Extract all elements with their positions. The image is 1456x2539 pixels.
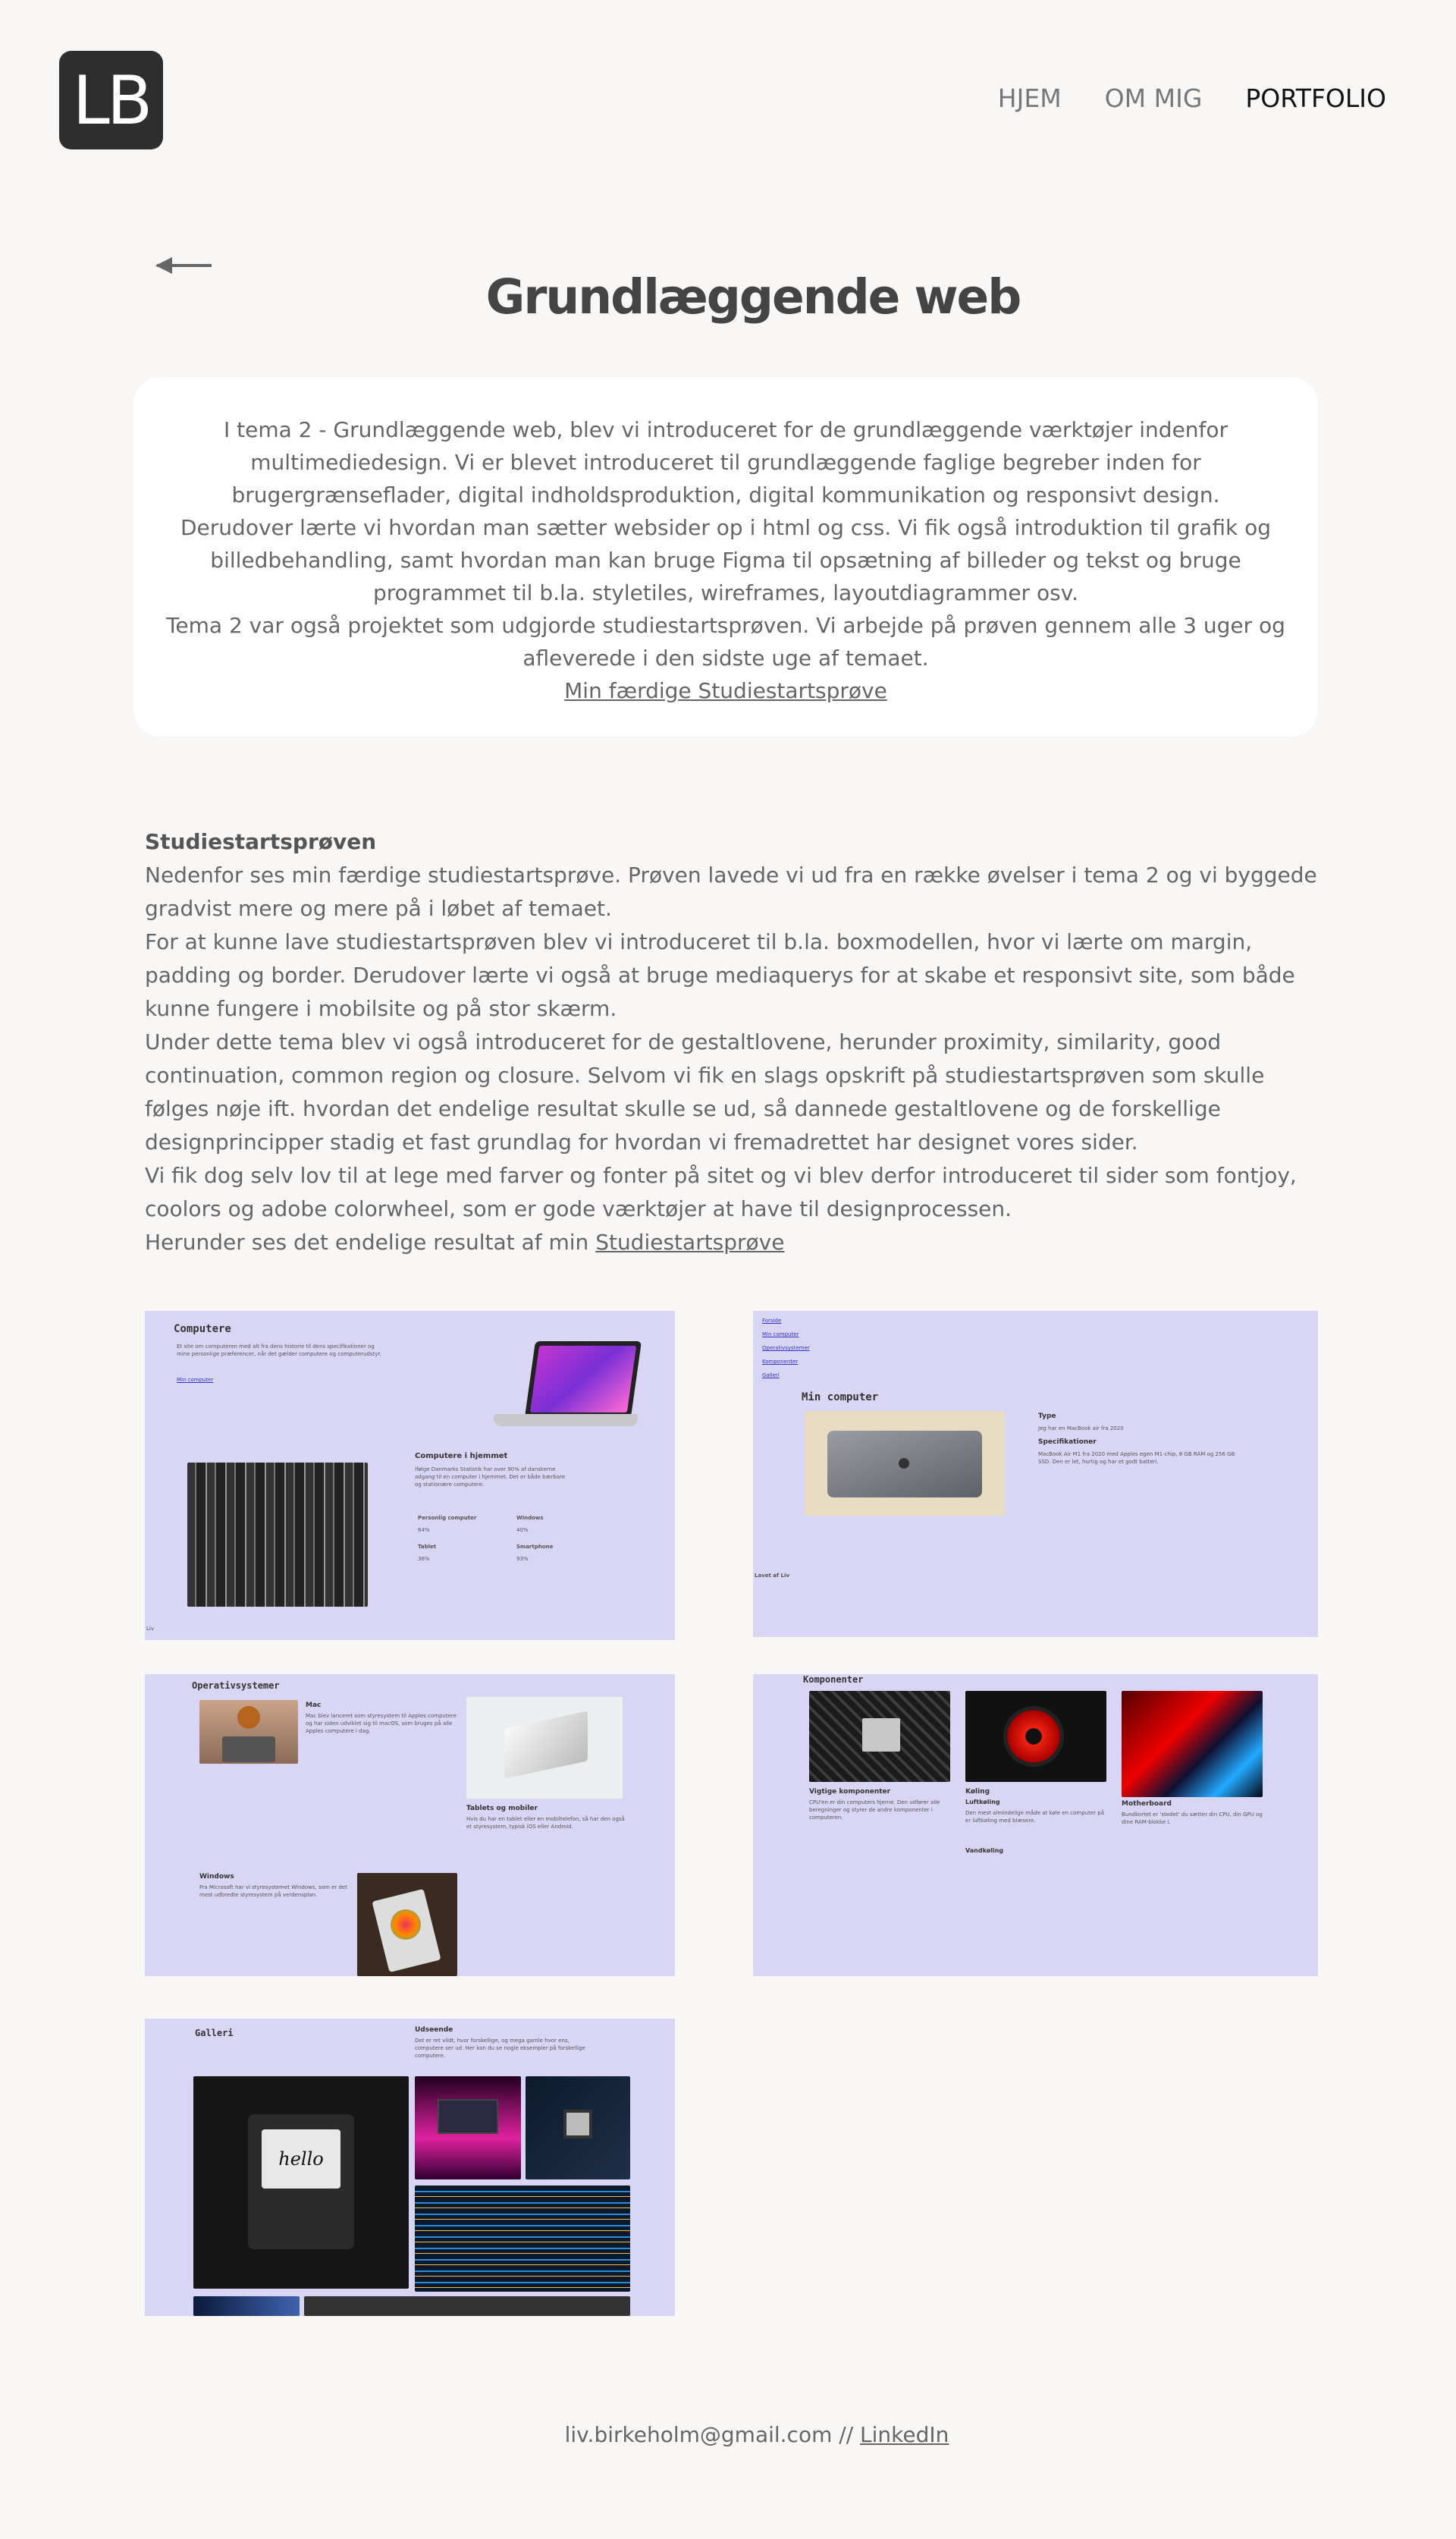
shot-subtitle: Computere i hjemmet [415, 1452, 508, 1460]
shot-nav-link: Min computer [762, 1331, 799, 1337]
shot-subtext: Ifølge Danmarks Statistik har over 90% a… [415, 1466, 566, 1488]
shot-subtext: Bundkortet er 'stedet' du sætter din CPU… [1122, 1812, 1263, 1825]
screenshot-min-computer[interactable]: Forside Min computer Operativsystemer Ko… [753, 1311, 1318, 1637]
shot-title: Computere [174, 1323, 231, 1335]
shot-nav-link: Forside [762, 1318, 782, 1324]
shot-subtitle: Udseende [415, 2026, 453, 2034]
section-paragraph: Nedenfor ses min færdige studiestartsprø… [145, 863, 1317, 921]
intro-paragraph: Derudover lærte vi hvordan man sætter we… [180, 515, 1271, 605]
laptop-image [494, 1341, 645, 1447]
gallery-image [304, 2296, 630, 2316]
shot-subtitle: Mac [306, 1702, 322, 1709]
gallery-image [193, 2296, 300, 2316]
table-cell: 64% [418, 1527, 430, 1533]
motherboard-image [1122, 1691, 1263, 1797]
shot-text: Et site om computeren med alt fra dens h… [177, 1343, 381, 1357]
table-cell: 93% [516, 1556, 529, 1562]
chip-image [526, 2076, 630, 2179]
screenshot-galleri[interactable]: Galleri Udseende Det er ret vildt, hvor … [145, 2019, 675, 2316]
shot-title: Komponenter [803, 1674, 864, 1685]
final-line-text: Herunder ses det endelige resultat af mi… [145, 1230, 589, 1255]
footer: liv.birkeholm@gmail.com // LinkedIn [0, 2422, 1456, 2447]
exam-section: Studiestartsprøven Nedenfor ses min færd… [145, 825, 1320, 1259]
shot-subtitle: Køling [965, 1788, 990, 1796]
retro-mac-image: hello [193, 2076, 409, 2289]
section-heading: Studiestartsprøven [145, 829, 377, 854]
shot-footer: Lavet af Liv [755, 1573, 789, 1579]
shot-subtitle: Tablets og mobiler [466, 1805, 538, 1812]
shot-subtext: CPU'en er din computers hjerne. Den udfø… [809, 1799, 940, 1821]
intro-paragraph: I tema 2 - Grundlæggende web, blev vi in… [223, 417, 1228, 507]
cooling-fan-image [965, 1691, 1106, 1782]
table-cell: 40% [516, 1527, 529, 1533]
screenshot-computere[interactable]: Computere Et site om computeren med alt … [145, 1311, 675, 1640]
final-exam-link[interactable]: Studiestartsprøve [595, 1230, 784, 1255]
desk-setup-image [415, 2076, 521, 2179]
shot-subtext: Fra Microsoft har vi styresystemet Windo… [199, 1884, 347, 1898]
screenshot-komponenter[interactable]: Komponenter Vigtige komponenter CPU'en e… [753, 1674, 1318, 1976]
screenshot-operativsystemer[interactable]: Operativsystemer Mac Mac blev lanceret s… [145, 1674, 675, 1976]
mac-user-image [199, 1700, 298, 1764]
shot-subtext: Mac blev lanceret som styresystem til Ap… [306, 1713, 457, 1734]
intro-card: I tema 2 - Grundlæggende web, blev vi in… [133, 377, 1318, 737]
shot-subtext: Hvis du har en tablet eller en mobiltele… [466, 1816, 625, 1830]
logo-text: LB [72, 61, 152, 140]
tablet-image [357, 1873, 457, 1976]
cpu-image [809, 1691, 950, 1782]
shot-title: Operativsystemer [192, 1680, 280, 1691]
shot-footer: Liv [146, 1626, 154, 1632]
table-cell: 36% [418, 1556, 430, 1562]
nav-home[interactable]: HJEM [998, 83, 1062, 113]
section-paragraph: For at kunne lave studiestartsprøven ble… [145, 929, 1295, 1021]
section-paragraph: Vi fik dog selv lov til at lege med farv… [145, 1163, 1297, 1221]
macbook-image [805, 1411, 1005, 1516]
shot-title: Galleri [195, 2028, 234, 2038]
page-title: Grundlæggende web [485, 269, 1022, 325]
shot-link: Min computer [177, 1377, 214, 1383]
shot-subtext: Den mest almindelige måde at køle en com… [965, 1810, 1104, 1824]
shot-subtitle: Type [1038, 1412, 1056, 1420]
logo[interactable]: LB [59, 51, 163, 149]
macbook-white-image [466, 1697, 623, 1799]
table-cell: Personlig computer [418, 1515, 477, 1521]
shot-subtext: Jeg har en MacBook air fra 2020 [1038, 1425, 1124, 1431]
main-nav: HJEM OM MIG PORTFOLIO [998, 83, 1386, 113]
shot-title: Min computer [802, 1391, 879, 1403]
table-cell: Tablet [418, 1544, 437, 1550]
table-cell: Windows [516, 1515, 544, 1521]
section-paragraph: Under dette tema blev vi også introducer… [145, 1029, 1265, 1155]
shot-nav-link: Galleri [762, 1372, 780, 1378]
table-cell: Smartphone [516, 1544, 554, 1550]
shot-subtitle: Specifikationer [1038, 1438, 1097, 1446]
shot-subtitle: Vigtige komponenter [809, 1788, 891, 1796]
hello-text: hello [278, 2148, 324, 2170]
shot-subtitle: Luftkøling [965, 1799, 1000, 1805]
shot-subtext: MacBook Air M1 fra 2020 med Apples egen … [1038, 1451, 1235, 1465]
shot-subtitle: Vandkøling [965, 1847, 1004, 1854]
shot-nav-link: Operativsystemer [762, 1345, 810, 1351]
shot-nav-link: Komponenter [762, 1359, 799, 1365]
shot-subtext: Det er ret vildt, hvor forskellige, og m… [415, 2038, 585, 2059]
intro-paragraph: Tema 2 var også projektet som udgjorde s… [166, 613, 1285, 671]
exam-link[interactable]: Min færdige Studiestartsprøve [564, 678, 887, 703]
code-screen-image [415, 2185, 630, 2292]
linkedin-link[interactable]: LinkedIn [860, 2422, 949, 2447]
shot-subtitle: Windows [199, 1873, 234, 1881]
shot-subtitle: Motherboard [1122, 1800, 1172, 1808]
nav-portfolio[interactable]: PORTFOLIO [1245, 83, 1386, 113]
nav-about[interactable]: OM MIG [1105, 83, 1203, 113]
footer-email: liv.birkeholm@gmail.com // [564, 2422, 854, 2447]
server-room-image [187, 1463, 368, 1607]
